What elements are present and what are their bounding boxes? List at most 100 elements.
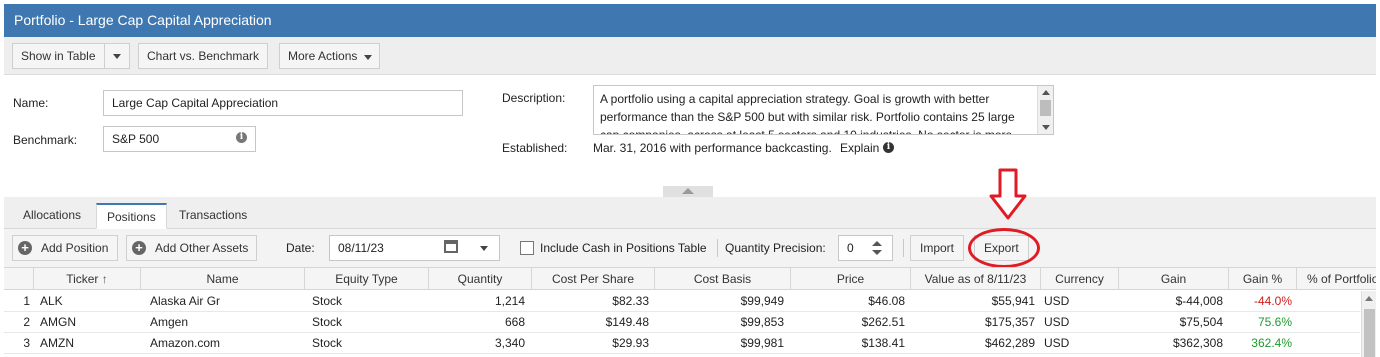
explain-link[interactable]: Explain	[840, 141, 879, 155]
equity-type-cell: Stock	[312, 336, 343, 350]
tab-transactions[interactable]: Transactions	[169, 203, 257, 229]
value-cell: $462,289	[984, 336, 1035, 350]
scroll-thumb[interactable]	[1364, 309, 1375, 357]
chart-vs-benchmark-button[interactable]: Chart vs. Benchmark	[138, 43, 269, 69]
add-position-label: Add Position	[41, 241, 109, 255]
table-row[interactable]: 3 AMZN Amazon.com Stock 3,340 $29.93 $99…	[4, 333, 1360, 354]
add-other-assets-button[interactable]: + Add Other Assets	[126, 235, 257, 261]
column-header-ticker-label: Ticker	[66, 272, 99, 286]
column-header-gain[interactable]: Gain	[1119, 268, 1229, 290]
tab-positions[interactable]: Positions	[96, 203, 167, 229]
gain-cell: $75,504	[1179, 315, 1223, 329]
calendar-icon[interactable]	[444, 240, 458, 253]
column-header-equity-type[interactable]: Equity Type	[305, 268, 429, 290]
include-cash-label[interactable]: Include Cash in Positions Table	[540, 241, 707, 255]
sort-ascending-icon: ↑	[101, 272, 108, 286]
description-label: Description:	[502, 91, 566, 105]
scroll-thumb[interactable]	[1040, 100, 1051, 116]
stepper-arrows-icon[interactable]	[872, 241, 882, 255]
import-button[interactable]: Import	[910, 235, 965, 261]
quantity-cell: 3,340	[494, 336, 525, 350]
row-number-header	[4, 268, 34, 290]
currency-cell: USD	[1044, 315, 1070, 329]
positions-table: Ticker ↑ Name Equity Type Quantity Cost …	[4, 267, 1376, 357]
column-header-price[interactable]: Price	[791, 268, 911, 290]
column-header-quantity[interactable]: Quantity	[429, 268, 532, 290]
plus-icon: +	[132, 241, 146, 255]
column-header-value[interactable]: Value as of 8/11/23	[911, 268, 1041, 290]
equity-type-cell: Stock	[312, 315, 343, 329]
cost-per-share-cell: $149.48	[605, 315, 649, 329]
price-cell: $138.41	[861, 336, 905, 350]
toolbar-divider	[903, 239, 904, 257]
add-other-assets-label: Add Other Assets	[155, 241, 249, 255]
quantity-precision-stepper[interactable]: 0	[838, 235, 893, 261]
more-actions-label: More Actions	[288, 49, 358, 63]
table-header: Ticker ↑ Name Equity Type Quantity Cost …	[4, 268, 1376, 290]
include-cash-checkbox[interactable]	[520, 241, 534, 255]
column-header-name[interactable]: Name	[141, 268, 305, 290]
benchmark-input[interactable]: S&P 500	[103, 126, 256, 152]
down-arrow-icon	[989, 168, 1027, 220]
gain-cell: $362,308	[1172, 336, 1223, 350]
currency-cell: USD	[1044, 336, 1070, 350]
name-cell: Alaska Air Gr	[150, 294, 221, 308]
ticker-cell: ALK	[40, 294, 63, 308]
gain-pct-cell: 362.4%	[1251, 336, 1292, 350]
row-number: 2	[23, 315, 30, 329]
value-cell: $55,941	[991, 294, 1035, 308]
gain-pct-cell: -44.0%	[1253, 294, 1292, 308]
show-in-table-dropdown-icon[interactable]	[104, 43, 130, 69]
cost-basis-cell: $99,853	[740, 315, 784, 329]
table-row[interactable]: 2 AMGN Amgen Stock 668 $149.48 $99,853 $…	[4, 312, 1360, 333]
cost-basis-cell: $99,981	[740, 336, 784, 350]
currency-cell: USD	[1044, 294, 1070, 308]
table-scrollbar[interactable]	[1361, 291, 1376, 357]
established-value: Mar. 31, 2016 with performance backcasti…	[593, 141, 832, 155]
column-header-currency[interactable]: Currency	[1041, 268, 1119, 290]
scroll-down-icon[interactable]	[1042, 125, 1050, 130]
column-header-gain-pct[interactable]: Gain %	[1229, 268, 1297, 290]
benchmark-info-icon[interactable]: i	[236, 132, 247, 143]
equity-type-cell: Stock	[312, 294, 343, 308]
value-cell: $175,357	[984, 315, 1035, 329]
add-position-button[interactable]: + Add Position	[12, 235, 118, 261]
show-in-table-button[interactable]: Show in Table	[12, 43, 105, 69]
date-dropdown-icon[interactable]	[471, 235, 497, 261]
positions-toolbar: + Add Position + Add Other Assets Date: …	[4, 229, 1376, 267]
export-highlight-circle	[968, 228, 1040, 268]
row-number: 1	[23, 294, 30, 308]
cost-per-share-cell: $29.93	[612, 336, 649, 350]
table-row[interactable]: 1 ALK Alaska Air Gr Stock 1,214 $82.33 $…	[4, 291, 1360, 312]
name-cell: Amgen	[150, 315, 189, 329]
description-text: A portfolio using a capital appreciation…	[600, 92, 1015, 135]
more-actions-button[interactable]: More Actions	[279, 43, 381, 69]
scroll-up-icon[interactable]	[1365, 296, 1373, 301]
column-header-cost-per-share[interactable]: Cost Per Share	[532, 268, 655, 290]
chevron-down-icon	[361, 51, 375, 63]
scroll-up-icon[interactable]	[1042, 90, 1050, 95]
column-header-ticker[interactable]: Ticker ↑	[34, 268, 141, 290]
tab-allocations[interactable]: Allocations	[13, 203, 91, 229]
explain-info-icon[interactable]: i	[883, 142, 894, 153]
name-label: Name:	[13, 96, 49, 110]
cost-per-share-cell: $82.33	[612, 294, 649, 308]
quantity-cell: 668	[504, 315, 525, 329]
ticker-cell: AMZN	[40, 336, 74, 350]
quantity-precision-label: Quantity Precision:	[725, 241, 826, 255]
price-cell: $46.08	[868, 294, 905, 308]
description-scrollbar[interactable]	[1037, 86, 1053, 134]
plus-icon: +	[18, 241, 32, 255]
collapse-details-handle[interactable]	[663, 186, 713, 197]
gain-cell: $-44,008	[1175, 294, 1223, 308]
established-label: Established:	[502, 141, 568, 155]
toolbar-divider	[717, 239, 718, 257]
column-header-pct-portfolio[interactable]: % of Portfolio	[1297, 268, 1376, 290]
window-title: Portfolio - Large Cap Capital Appreciati…	[4, 4, 1376, 37]
description-textarea[interactable]: A portfolio using a capital appreciation…	[593, 85, 1054, 135]
name-cell: Amazon.com	[150, 336, 221, 350]
date-label: Date:	[286, 241, 315, 255]
column-header-cost-basis[interactable]: Cost Basis	[655, 268, 791, 290]
quantity-cell: 1,214	[494, 294, 525, 308]
name-input[interactable]: Large Cap Capital Appreciation	[103, 90, 463, 116]
